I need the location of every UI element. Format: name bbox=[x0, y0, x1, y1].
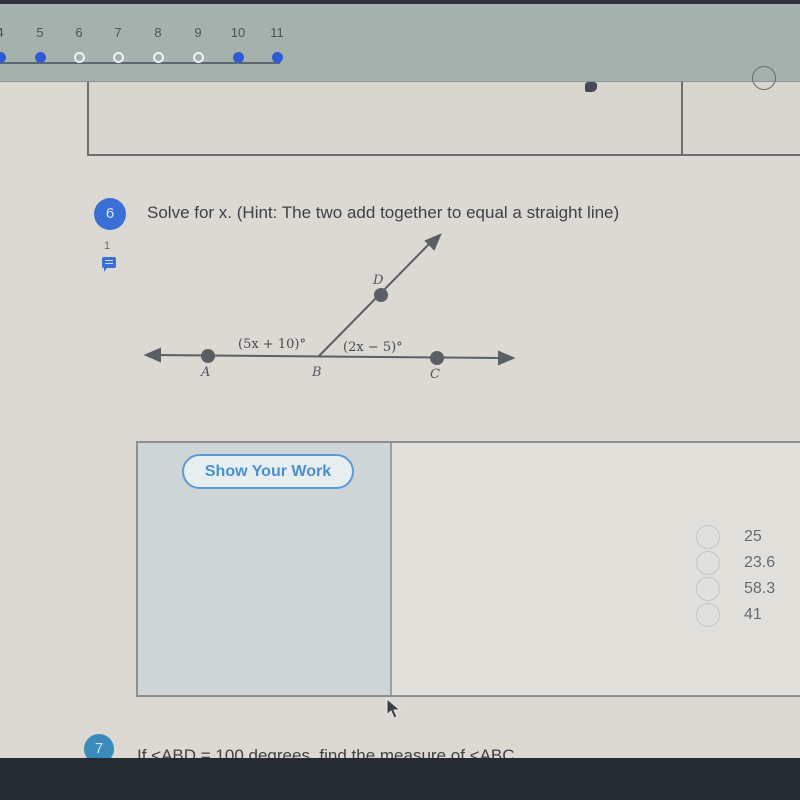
step-number: 5 bbox=[36, 25, 44, 40]
step-number: 9 bbox=[194, 25, 202, 40]
progress-step-6[interactable]: 6 bbox=[64, 24, 94, 63]
angle-diagram: A B C D (5x + 10)° (2x − 5)° bbox=[143, 233, 516, 382]
step-dot bbox=[112, 52, 124, 63]
step-number: 7 bbox=[114, 25, 122, 40]
progress-step-10[interactable]: 10 bbox=[223, 24, 253, 63]
choice-label: 41 bbox=[744, 606, 762, 623]
label-a: A bbox=[200, 365, 210, 380]
previous-question-work-area bbox=[87, 82, 800, 156]
point-c bbox=[430, 351, 444, 365]
mouse-pointer-icon bbox=[386, 698, 402, 719]
question-progress: 4 5 6 7 8 9 10 11 bbox=[0, 24, 320, 74]
angle-abd-expression: (5x + 10)° bbox=[238, 337, 306, 352]
step-number: 11 bbox=[270, 25, 284, 40]
question-number-badge: 6 bbox=[94, 198, 126, 230]
progress-step-7[interactable]: 7 bbox=[103, 24, 133, 63]
screen-bezel-bottom bbox=[0, 758, 800, 800]
step-number: 6 bbox=[75, 25, 83, 40]
arrow-right-icon bbox=[498, 350, 516, 366]
arrow-left-icon bbox=[143, 347, 161, 363]
arrow-up-icon bbox=[424, 233, 442, 251]
answer-choice[interactable]: 58.3 bbox=[696, 576, 796, 602]
step-dot bbox=[271, 52, 283, 63]
step-dot bbox=[192, 52, 204, 63]
label-d: D bbox=[372, 273, 384, 288]
question-prompt: Solve for x. (Hint: The two add together… bbox=[147, 203, 620, 222]
step-dot bbox=[0, 52, 6, 63]
choice-label: 58.3 bbox=[744, 580, 776, 597]
answer-choice[interactable]: 41 bbox=[696, 602, 796, 628]
answer-choice[interactable]: 25 bbox=[696, 524, 796, 550]
progress-step-5[interactable]: 5 bbox=[25, 24, 55, 63]
answer-choices: 25 23.6 58.3 41 bbox=[696, 524, 796, 628]
point-a bbox=[201, 349, 215, 363]
question-navigation-bar: 4 5 6 7 8 9 10 11 bbox=[0, 4, 800, 82]
progress-step-8[interactable]: 8 bbox=[143, 24, 173, 63]
progress-step-4[interactable]: 4 bbox=[0, 24, 15, 63]
step-dot bbox=[73, 52, 85, 63]
label-b: B bbox=[311, 365, 322, 380]
radio-button[interactable] bbox=[696, 603, 720, 627]
comment-icon[interactable] bbox=[102, 257, 116, 272]
previous-answer-radio[interactable] bbox=[752, 66, 776, 90]
previous-question-divider bbox=[681, 82, 683, 156]
step-number: 8 bbox=[154, 25, 162, 40]
step-number: 4 bbox=[0, 24, 15, 42]
comment-count: 1 bbox=[104, 240, 111, 252]
step-number: 10 bbox=[230, 25, 246, 40]
hand-cursor-icon bbox=[585, 82, 597, 92]
radio-button[interactable] bbox=[696, 525, 720, 549]
answer-choice[interactable]: 23.6 bbox=[696, 550, 796, 576]
progress-step-9[interactable]: 9 bbox=[183, 24, 213, 63]
show-work-panel: Show Your Work bbox=[138, 443, 392, 695]
progress-step-11[interactable]: 11 bbox=[262, 24, 292, 63]
point-d bbox=[374, 288, 388, 302]
step-dot bbox=[232, 52, 244, 63]
show-your-work-button[interactable]: Show Your Work bbox=[182, 454, 354, 489]
choice-label: 23.6 bbox=[744, 554, 776, 571]
step-dot bbox=[152, 52, 164, 63]
choice-label: 25 bbox=[744, 528, 762, 545]
radio-button[interactable] bbox=[696, 551, 720, 575]
angle-dbc-expression: (2x − 5)° bbox=[343, 340, 403, 355]
step-dot bbox=[34, 52, 46, 63]
label-c: C bbox=[430, 367, 440, 382]
radio-button[interactable] bbox=[696, 577, 720, 601]
